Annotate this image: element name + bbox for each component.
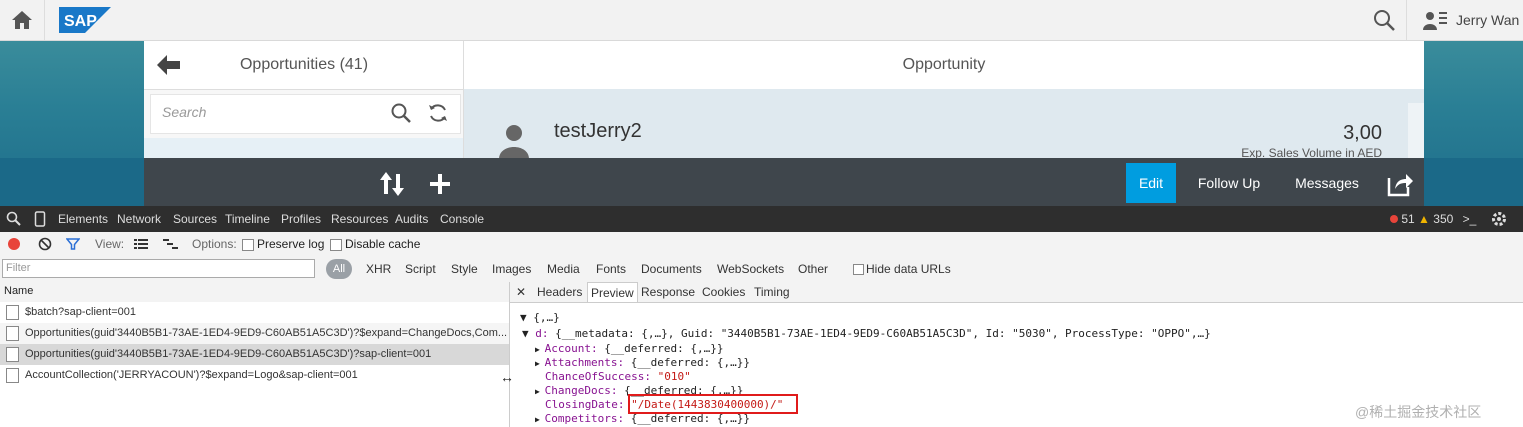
tab-timeline[interactable]: Timeline <box>225 206 270 232</box>
search-icon[interactable] <box>390 102 412 124</box>
request-row-selected[interactable]: Opportunities(guid'3440B5B1-73AE-1ED4-9E… <box>0 344 510 365</box>
sap-logo: SAP <box>59 7 111 33</box>
request-name: Opportunities(guid'3440B5B1-73AE-1ED4-9E… <box>25 327 508 339</box>
sort-button[interactable] <box>378 170 406 198</box>
view-label: View: <box>95 237 125 251</box>
tree-node-d[interactable]: ▼ d: {__metadata: {,…}, Guid: "3440B5B1-… <box>522 327 1211 340</box>
watermark: @稀土掘金技术社区 <box>1355 404 1482 420</box>
console-drawer-icon[interactable]: >_ <box>1463 212 1477 226</box>
device-mode-icon[interactable] <box>34 211 46 230</box>
master-title: Opportunities (41) <box>239 56 369 73</box>
console-status[interactable]: 51 ▲ 350 >_ <box>1390 206 1476 232</box>
filter-images[interactable]: Images <box>492 256 531 282</box>
refresh-icon[interactable] <box>427 102 449 124</box>
inspect-icon[interactable] <box>6 211 22 230</box>
warning-icon: ▲ <box>1418 212 1430 226</box>
preserve-log-checkbox[interactable]: Preserve log <box>242 237 324 251</box>
tab-timing[interactable]: Timing <box>754 282 790 302</box>
tab-elements[interactable]: Elements <box>58 206 108 232</box>
options-label: Options: <box>192 237 237 251</box>
search-input[interactable]: Search <box>162 104 206 120</box>
list-item[interactable] <box>144 138 463 158</box>
tab-preview[interactable]: Preview <box>587 282 638 302</box>
file-icon <box>6 325 19 341</box>
home-icon <box>12 11 32 29</box>
svg-text:SAP: SAP <box>64 13 97 30</box>
tab-cookies[interactable]: Cookies <box>702 282 745 302</box>
avatar-icon <box>497 123 531 159</box>
back-button[interactable] <box>155 52 183 78</box>
filter-websockets[interactable]: WebSockets <box>717 256 784 282</box>
request-row[interactable]: AccountCollection('JERRYACOUN')?$expand=… <box>0 365 510 386</box>
filter-documents[interactable]: Documents <box>641 256 702 282</box>
tab-resources[interactable]: Resources <box>331 206 388 232</box>
user-icon <box>1423 12 1447 30</box>
tree-node-chance: ChanceOfSuccess: "010" <box>545 370 691 383</box>
filter-xhr[interactable]: XHR <box>366 256 391 282</box>
messages-button[interactable]: Messages <box>1282 163 1372 203</box>
filter-script[interactable]: Script <box>405 256 436 282</box>
object-title: testJerry2 <box>554 120 642 142</box>
request-name: $batch?sap-client=001 <box>25 306 136 318</box>
disable-cache-checkbox[interactable]: Disable cache <box>330 237 420 251</box>
file-icon <box>6 367 19 383</box>
request-name: Opportunities(guid'3440B5B1-73AE-1ED4-9E… <box>25 348 432 360</box>
edit-button[interactable]: Edit <box>1126 163 1176 203</box>
follow-up-button[interactable]: Follow Up <box>1186 163 1272 203</box>
tab-console[interactable]: Console <box>440 206 484 232</box>
list-view-icon[interactable] <box>134 238 148 253</box>
preserve-log-label: Preserve log <box>257 237 325 251</box>
tab-response[interactable]: Response <box>641 282 695 302</box>
disable-cache-label: Disable cache <box>345 237 421 251</box>
sort-icon <box>380 172 404 196</box>
waterfall-view-icon[interactable] <box>163 238 179 253</box>
tree-node-account[interactable]: ▶ Account: {__deferred: {,…}} <box>535 342 723 355</box>
object-number: 3,00 <box>1343 122 1382 144</box>
search-icon <box>1374 10 1395 31</box>
tab-network[interactable]: Network <box>117 206 161 232</box>
request-row[interactable]: Opportunities(guid'3440B5B1-73AE-1ED4-9E… <box>0 323 510 344</box>
share-icon <box>1387 174 1413 197</box>
tab-sources[interactable]: Sources <box>173 206 217 232</box>
highlight-annotation <box>628 394 798 414</box>
error-count: 51 <box>1401 212 1415 226</box>
detail-scrollbar[interactable] <box>1408 103 1424 158</box>
filter-media[interactable]: Media <box>547 256 580 282</box>
hide-data-urls-checkbox[interactable]: Hide data URLs <box>853 256 951 282</box>
plus-icon <box>430 174 450 194</box>
error-icon <box>1390 215 1398 223</box>
name-column-header[interactable]: Name <box>0 282 510 303</box>
filter-icon[interactable] <box>65 237 81 254</box>
tree-node-attachments[interactable]: ▶ Attachments: {__deferred: {,…}} <box>535 356 750 369</box>
user-menu[interactable]: Jerry Wan <box>1422 0 1523 40</box>
request-name: AccountCollection('JERRYACOUN')?$expand=… <box>25 369 358 381</box>
tab-profiles[interactable]: Profiles <box>281 206 321 232</box>
file-icon <box>6 304 19 320</box>
settings-gear-icon[interactable] <box>1491 211 1507 230</box>
request-row[interactable]: $batch?sap-client=001 <box>0 302 510 323</box>
clear-icon[interactable] <box>38 237 52 254</box>
home-button[interactable] <box>0 0 45 40</box>
name-header-label: Name <box>4 285 34 297</box>
warning-count: 350 <box>1433 212 1454 226</box>
filter-style[interactable]: Style <box>451 256 478 282</box>
add-button[interactable] <box>426 170 454 198</box>
back-arrow-icon <box>157 55 180 75</box>
tree-root[interactable]: ▼ {,…} <box>520 311 560 324</box>
filter-other[interactable]: Other <box>798 256 828 282</box>
record-icon[interactable] <box>8 238 20 250</box>
share-button[interactable] <box>1386 170 1414 198</box>
filter-fonts[interactable]: Fonts <box>596 256 626 282</box>
hide-data-urls-label: Hide data URLs <box>866 262 951 276</box>
filter-input[interactable]: Filter <box>2 259 315 278</box>
filter-all-button[interactable]: All <box>326 259 352 279</box>
tab-headers[interactable]: Headers <box>537 282 582 302</box>
tab-audits[interactable]: Audits <box>395 206 428 232</box>
user-name: Jerry Wan <box>1456 12 1520 28</box>
file-icon <box>6 346 19 362</box>
shell-header <box>0 0 1523 41</box>
shell-search-button[interactable] <box>1362 0 1407 40</box>
detail-title: Opportunity <box>902 56 986 73</box>
close-icon[interactable]: ✕ <box>516 282 526 302</box>
